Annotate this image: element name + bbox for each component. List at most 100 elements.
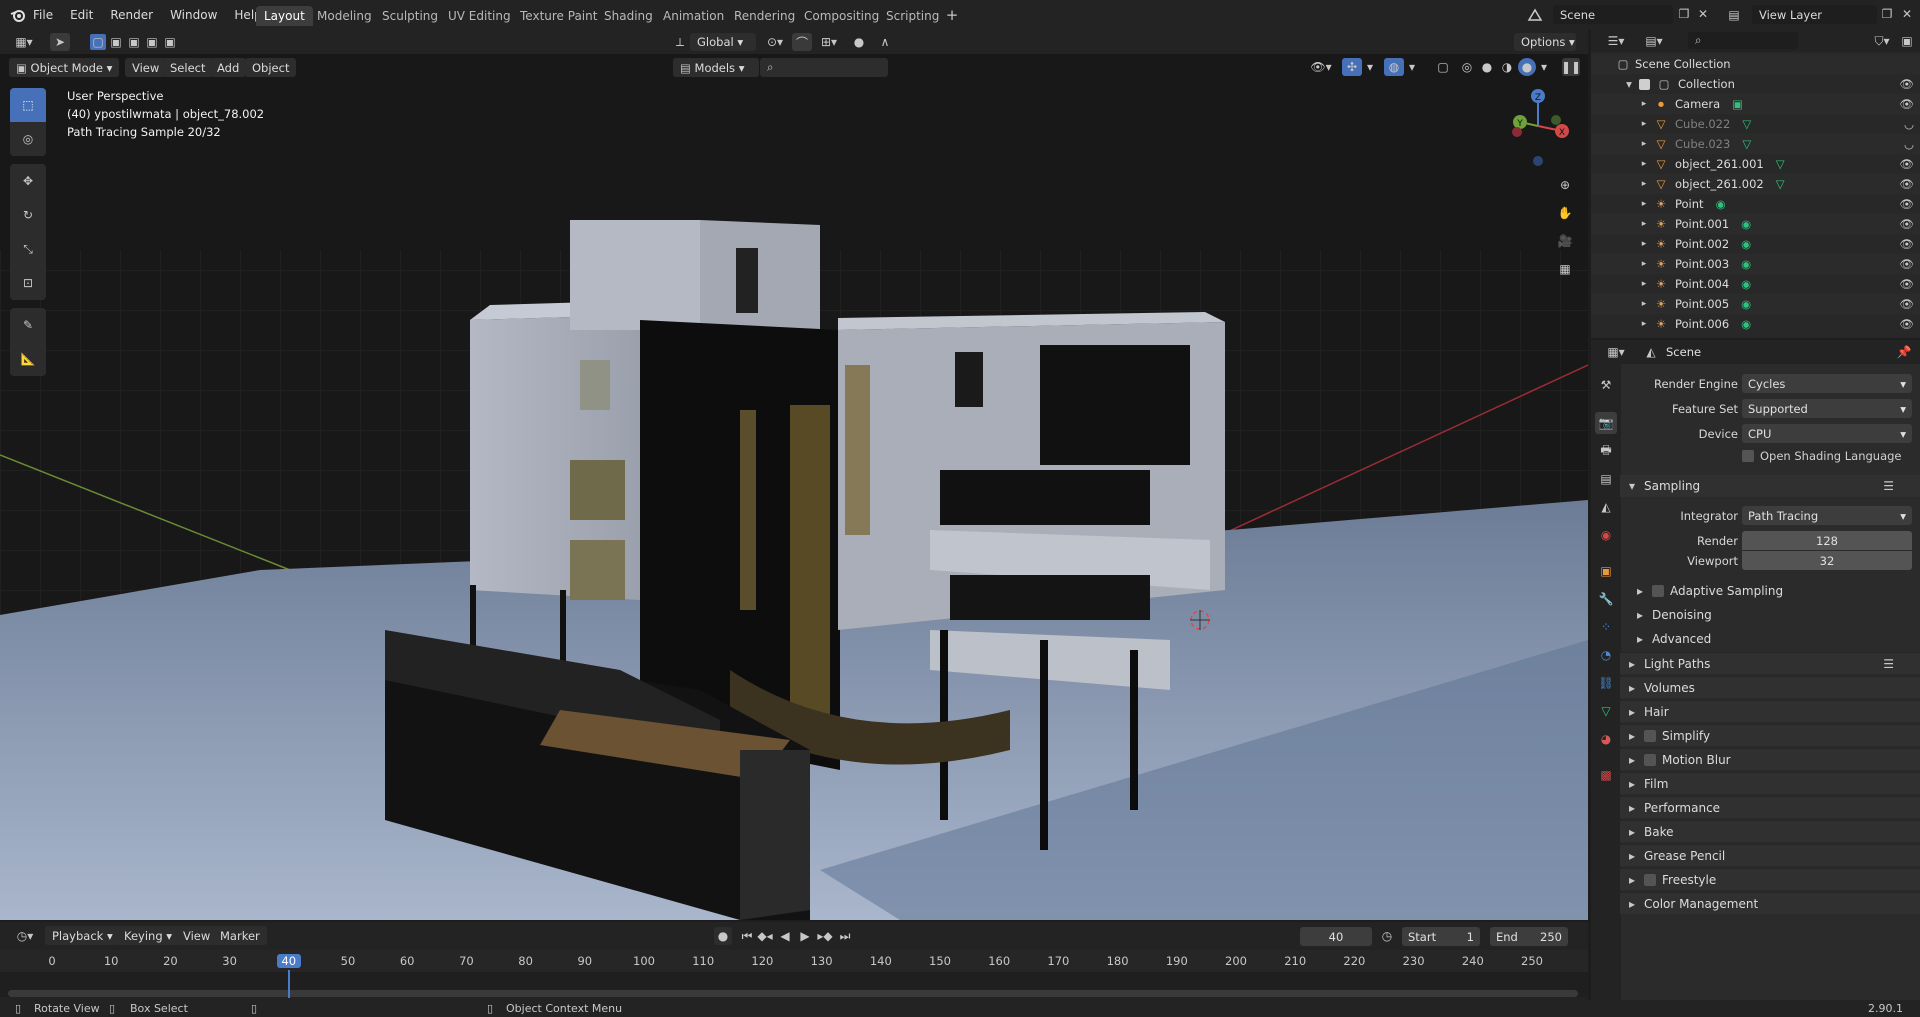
item-expand-icon[interactable]: ▸ [1639,139,1649,149]
timeline-menu-keying[interactable]: Keying ▾ [117,926,180,945]
tab-material[interactable]: ◕ [1595,728,1617,750]
scene-icon[interactable] [1524,6,1546,24]
collection-selector[interactable]: ▤ Models ▾ [673,58,759,77]
select-mode-invert-icon[interactable]: ▣ [144,34,160,50]
osl-checkbox-row[interactable]: Open Shading Language [1742,449,1902,463]
playhead[interactable] [287,970,290,998]
mesh-data-icon[interactable]: ▽ [1742,117,1751,131]
overlay-dropdown-icon[interactable]: ▾ [1406,58,1418,76]
outliner-search-input[interactable]: ⌕ [1688,32,1798,49]
timeline-editor-type-icon[interactable]: ◷▾ [10,928,40,944]
panel-performance[interactable]: ▸ Performance [1620,796,1920,818]
timeline-menu-marker[interactable]: Marker [213,926,267,945]
item-expand-icon[interactable]: ▸ [1639,299,1649,309]
tab-modeling[interactable]: Modeling [309,6,380,26]
tool-measure[interactable]: 📐 [10,342,46,376]
item-expand-icon[interactable]: ▸ [1639,199,1649,209]
item-expand-icon[interactable]: ▸ [1639,159,1649,169]
proportional-falloff-icon[interactable]: ∧ [870,33,900,51]
visibility-eye-icon[interactable]: 👁 [1899,217,1914,231]
tab-tool[interactable]: ⚒ [1595,374,1617,396]
tab-texture-paint[interactable]: Texture Paint [512,6,605,26]
viewport-menu-view[interactable]: View [125,58,167,77]
visibility-eye-icon[interactable]: 👁 [1899,317,1914,331]
visibility-eye-icon[interactable]: 👁 [1899,297,1914,311]
viewport-menu-object[interactable]: Object [245,58,297,77]
tab-compositing[interactable]: Compositing [796,6,887,26]
gizmo-dropdown-icon[interactable]: ▾ [1364,58,1376,76]
blender-logo-icon[interactable] [9,6,27,24]
outliner-item[interactable]: ▸ ▽ Cube.022 ▽ ◡ [1591,114,1920,134]
transform-orientation-dropdown[interactable]: Global ▾ [690,33,756,51]
hidden-eye-icon[interactable]: ◡ [1904,117,1914,131]
visibility-eye-icon[interactable]: 👁 [1899,237,1914,251]
current-frame-field[interactable]: 40 [1300,927,1372,946]
tab-particles[interactable]: ⁘ [1595,616,1617,638]
visibility-eye-icon[interactable]: 👁 [1899,177,1914,191]
collection-expand-icon[interactable]: ▾ [1623,77,1635,91]
viewport-menu-add[interactable]: Add [210,58,247,77]
scene-selector[interactable]: Scene [1553,5,1673,24]
osl-checkbox[interactable] [1742,450,1754,462]
shading-material-icon[interactable]: ◑ [1498,58,1516,76]
visibility-eye-icon[interactable]: 👁 [1899,97,1914,111]
object-visibility-icon[interactable]: 👁▾ [1306,58,1336,76]
play-icon[interactable]: ▶ [796,927,814,945]
panel-checkbox[interactable] [1644,729,1656,742]
camera-data-icon[interactable]: ▣ [1732,97,1743,111]
visibility-eye-icon[interactable]: 👁 [1899,277,1914,291]
tool-annotate[interactable]: ✎ [10,308,46,342]
item-expand-icon[interactable]: ▸ [1639,259,1649,269]
panel-checkbox[interactable] [1644,753,1656,766]
timeline-menu-view[interactable]: View [176,926,218,945]
overlay-toggle-icon[interactable]: ◍ [1384,58,1404,76]
mesh-data-icon[interactable]: ▽ [1776,177,1785,191]
select-mode-extend-icon[interactable]: ▣ [108,34,124,50]
object-mode-dropdown[interactable]: ▣ Object Mode ▾ [9,58,119,77]
outliner-item[interactable]: ▸ ☀ Point.004 ◉ 👁 [1591,274,1920,294]
tab-uv-editing[interactable]: UV Editing [440,6,519,26]
panel-color-management[interactable]: ▸ Color Management [1620,892,1920,914]
menu-edit[interactable]: Edit [70,8,93,22]
copy-view-layer-icon[interactable]: ❐ [1879,6,1895,22]
jump-prev-keyframe-icon[interactable]: ◆◂ [756,927,774,945]
render-samples-field[interactable]: 128 [1742,531,1912,550]
tab-render[interactable]: 📷 [1595,412,1617,434]
panel-motion-blur[interactable]: ▸ Motion Blur [1620,748,1920,770]
panel-simplify[interactable]: ▸ Simplify [1620,724,1920,746]
tab-layout[interactable]: Layout [256,6,313,26]
tab-sculpting[interactable]: Sculpting [374,6,446,26]
display-mode-icon[interactable]: ▤▾ [1639,33,1669,49]
light-data-icon[interactable]: ◉ [1741,317,1751,331]
add-workspace-icon[interactable]: + [944,6,960,24]
timeline-scrollbar[interactable] [8,990,1578,997]
select-tool-icon[interactable]: ➤ [50,33,70,51]
outliner-editor-type-icon[interactable]: ☰▾ [1601,33,1631,49]
outliner-scene-collection[interactable]: ▢ Scene Collection [1591,54,1920,74]
collection-visibility-icon[interactable]: 👁 [1899,77,1914,91]
panel-film[interactable]: ▸ Film [1620,772,1920,794]
close-scene-icon[interactable]: ✕ [1695,6,1711,22]
timeline-menu-playback[interactable]: Playback ▾ [45,926,120,945]
viewport-menu-select[interactable]: Select [163,58,213,77]
xray-toggle-icon[interactable]: ▢ [1434,58,1452,76]
light-data-icon[interactable]: ◉ [1741,257,1751,271]
proportional-edit-icon[interactable]: ● [850,33,868,51]
item-expand-icon[interactable]: ▸ [1639,239,1649,249]
outliner-item[interactable]: ▸ ☀ Point.001 ◉ 👁 [1591,214,1920,234]
select-mode-new-icon[interactable]: ▢ [90,34,106,50]
shading-solid-icon[interactable]: ● [1478,58,1496,76]
3d-viewport[interactable]: ▦▾ ➤ ▢ ▣ ▣ ▣ ▣ ⟂ Global ▾ ⊙▾ ⌒ ⊞▾ ● ∧ Op… [0,30,1588,920]
collection-checkbox[interactable] [1639,78,1650,90]
tab-scene[interactable]: ◭ [1595,496,1617,518]
item-expand-icon[interactable]: ▸ [1639,99,1649,109]
panel-volumes[interactable]: ▸ Volumes [1620,676,1920,698]
tab-scripting[interactable]: Scripting [878,6,947,26]
viewport-samples-field[interactable]: 32 [1742,551,1912,570]
copy-scene-icon[interactable]: ❐ [1676,6,1692,22]
menu-render[interactable]: Render [110,8,153,22]
editor-type-icon[interactable]: ▦▾ [8,34,40,50]
tool-move[interactable]: ✥ [10,164,46,198]
item-expand-icon[interactable]: ▸ [1639,219,1649,229]
jump-end-icon[interactable]: ⏭ [836,927,854,945]
